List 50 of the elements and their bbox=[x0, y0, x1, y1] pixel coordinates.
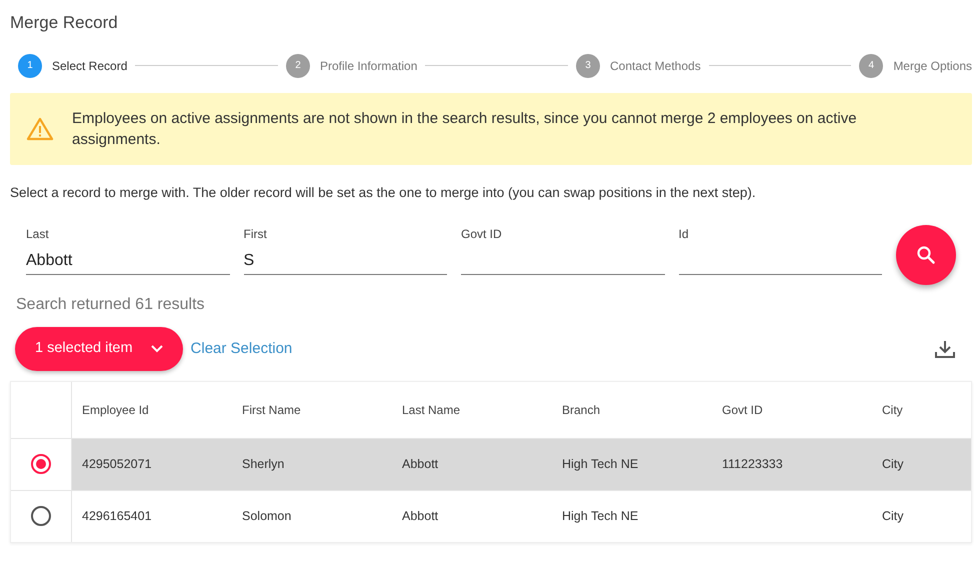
step-label: Profile Information bbox=[320, 58, 418, 74]
step-label: Contact Methods bbox=[610, 58, 701, 74]
column-header: First Name bbox=[242, 402, 301, 417]
step-number: 4 bbox=[859, 54, 884, 78]
text-field[interactable]: Last Abbott bbox=[26, 224, 230, 275]
table-cell: 111223333 bbox=[722, 457, 783, 472]
table-row[interactable]: 4296165401 Solomon Abbott High Tech NE City bbox=[11, 490, 971, 542]
column-header: Branch bbox=[562, 402, 600, 417]
table-cell: City bbox=[882, 457, 904, 472]
field-label: Last bbox=[26, 226, 50, 243]
download-icon[interactable] bbox=[934, 338, 956, 359]
text-field[interactable]: Id bbox=[678, 224, 882, 275]
field-value: S bbox=[244, 252, 254, 269]
warning-text: Employees on active assignments are not shown in the search results, since you cannot merge 2 employees on active assignments. bbox=[72, 108, 858, 150]
search-button[interactable] bbox=[896, 224, 956, 285]
table-cell: 4296165401 bbox=[82, 509, 152, 524]
step-number: 1 bbox=[18, 54, 42, 78]
selection-dropdown[interactable]: 1 selected item bbox=[15, 326, 183, 371]
search-icon bbox=[916, 244, 936, 265]
field-value: Abbott bbox=[26, 252, 72, 269]
table-cell: Abbott bbox=[402, 457, 438, 472]
field-label: First bbox=[244, 226, 268, 243]
radio-button[interactable] bbox=[31, 506, 51, 526]
table-cell: Solomon bbox=[242, 509, 292, 524]
warning-icon bbox=[26, 116, 54, 140]
field-label: Govt ID bbox=[461, 226, 503, 243]
column-header: Govt ID bbox=[722, 402, 763, 417]
text-field[interactable]: First S bbox=[244, 224, 447, 275]
chevron-down-icon bbox=[150, 344, 163, 353]
column-header: Employee Id bbox=[82, 402, 149, 417]
table-cell: Sherlyn bbox=[242, 457, 284, 472]
step-label: Merge Options bbox=[893, 58, 972, 74]
column-header: City bbox=[882, 402, 903, 417]
step-label: Select Record bbox=[52, 58, 128, 74]
step-number: 3 bbox=[576, 54, 600, 78]
table-cell: 4295052071 bbox=[82, 457, 152, 472]
table-cell: High Tech NE bbox=[562, 457, 638, 472]
field-label: Id bbox=[678, 226, 690, 243]
instructions-text: Select a record to merge with. The older record will be set as the one to merge into (you can swap positions in the next step). bbox=[10, 184, 757, 202]
step-number: 2 bbox=[286, 54, 310, 78]
table-cell: High Tech NE bbox=[562, 509, 638, 524]
radio-button[interactable] bbox=[31, 454, 51, 474]
column-header: Last Name bbox=[402, 402, 460, 417]
table-row[interactable]: 4295052071 Sherlyn Abbott High Tech NE 111223333 City bbox=[11, 438, 971, 490]
page-title: Merge Record bbox=[10, 12, 119, 34]
table-cell: Abbott bbox=[402, 509, 438, 524]
text-field[interactable]: Govt ID bbox=[461, 224, 664, 275]
clear-selection-link[interactable]: Clear Selection bbox=[190, 338, 292, 360]
results-count: Search returned 61 results bbox=[15, 294, 206, 315]
table-cell: City bbox=[882, 509, 904, 524]
